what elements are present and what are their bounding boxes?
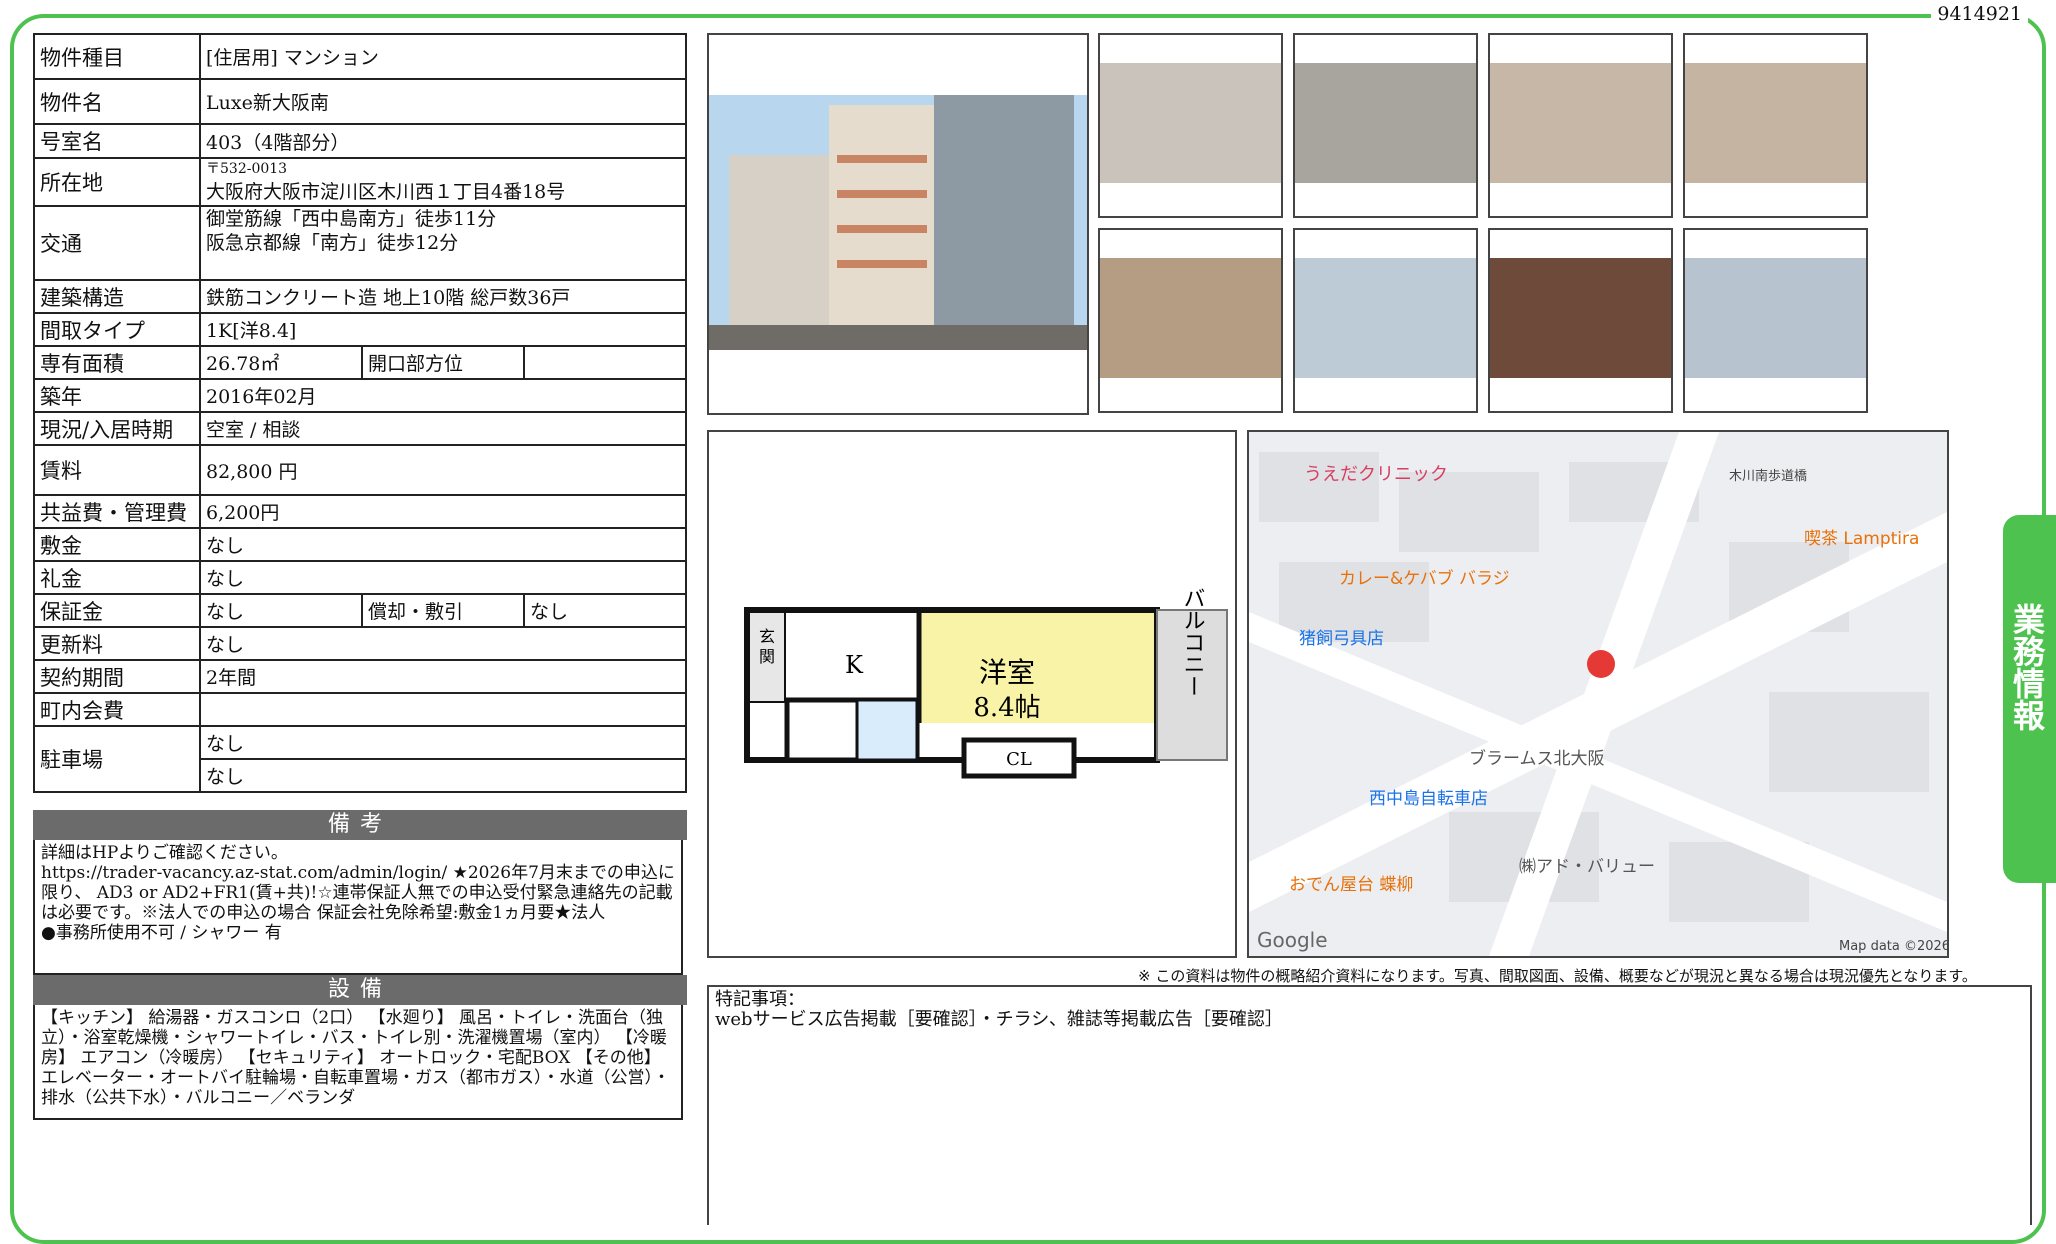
access-cell: 御堂筋線「西中島南方」徒歩11分 阪急京都線「南方」徒歩12分: [199, 205, 687, 281]
remarks-header: 備考: [33, 810, 687, 840]
closet-text: CL: [1006, 749, 1032, 770]
fee-value: 6,200円: [199, 494, 687, 529]
location-cell: 〒532-0013 大阪府大阪市淀川区木川西１丁目4番18号: [199, 157, 687, 207]
location-map[interactable]: うえだクリニック 喫茶 Lamptira カレー&ケバブ バラジ 猪飼弓具店 ブ…: [1247, 430, 1949, 958]
property-name-value: Luxe新大阪南: [199, 78, 687, 125]
opening-value: [523, 345, 687, 380]
document-id: 9414921: [1931, 0, 2028, 28]
renewal-value: なし: [199, 626, 687, 661]
property-info-table: 物件種目 [住居用] マンション 物件名 Luxe新大阪南 号室名 403（4階部分）…: [33, 33, 687, 793]
special-notes-label: 特記事項：: [715, 989, 805, 1010]
building-photo-6[interactable]: [1293, 228, 1478, 413]
kitchen-text: K: [845, 651, 864, 679]
rent-value: 82,800 円: [199, 444, 687, 496]
building-main-photo[interactable]: [707, 33, 1089, 415]
location-label: 所在地: [33, 157, 201, 207]
special-notes-text: webサービス広告掲載［要確認］・チラシ、雑誌等掲載広告［要確認］: [715, 1009, 1283, 1030]
layout-value: 1K[洋8.4]: [199, 312, 687, 347]
town-fee-label: 町内会費: [33, 692, 201, 727]
map-label-brahms: ブラームス北大阪: [1469, 748, 1605, 769]
built-value: 2016年02月: [199, 378, 687, 413]
parking-value-2: なし: [199, 758, 687, 793]
key-money-label: 礼金: [33, 560, 201, 595]
status-label: 現況/入居時期: [33, 411, 201, 446]
facade-image-2: [1685, 63, 1866, 183]
contract-value: 2年間: [199, 659, 687, 694]
opening-label: 開口部方位: [361, 345, 525, 380]
area-label: 専有面積: [33, 345, 201, 380]
town-fee-value: [199, 692, 687, 727]
building-exterior-image: [709, 95, 1087, 350]
contract-label: 契約期間: [33, 659, 201, 694]
built-label: 築年: [33, 378, 201, 413]
guarantee-label: 保証金: [33, 593, 201, 628]
postal-code: 〒532-0013: [206, 160, 288, 177]
entrance-text: 玄: [759, 627, 775, 646]
map-label-clinic: うえだクリニック: [1304, 464, 1448, 485]
map-label-archery: 猪飼弓具店: [1299, 629, 1384, 649]
property-type-value: [住居用] マンション: [199, 33, 687, 80]
key-money-value: なし: [199, 560, 687, 595]
property-name-label: 物件名: [33, 78, 201, 125]
access-line-1: 御堂筋線「西中島南方」徒歩11分: [206, 208, 497, 230]
entrance-photo-2[interactable]: [1293, 33, 1478, 218]
entrance-text-2: 関: [759, 647, 775, 666]
entrance-sign-photo[interactable]: [1488, 228, 1673, 413]
building-photo-8[interactable]: [1683, 228, 1868, 413]
google-logo: Google: [1257, 928, 1328, 952]
map-label-cafe: 喫茶 Lamptira: [1804, 529, 1919, 549]
structure-value: 鉄筋コンクリート造 地上10階 総戸数36戸: [199, 279, 687, 314]
building-photo-3[interactable]: [1488, 33, 1673, 218]
business-info-tab[interactable]: 業務情報: [2003, 515, 2056, 883]
disclaimer: ※ この資料は物件の概略紹介資料になります。写真、間取図面、設備、概要などが現況…: [1138, 967, 1977, 985]
lobby-image: [1100, 258, 1281, 378]
facade-image: [1490, 63, 1671, 183]
fee-label: 共益費・管理費: [33, 494, 201, 529]
status-value: 空室 / 相談: [199, 411, 687, 446]
floor-plan[interactable]: 洋室 8.4帖 K CL 玄 関 バルコニー: [707, 430, 1237, 958]
building-photo-4[interactable]: [1683, 33, 1868, 218]
deposit-value: なし: [199, 527, 687, 562]
address: 大阪府大阪市淀川区木川西１丁目4番18号: [206, 180, 566, 203]
area-value: 26.78㎡: [199, 345, 363, 380]
map-label-bridge: 木川南歩道橋: [1729, 468, 1807, 484]
deposit-label: 敷金: [33, 527, 201, 562]
access-line-2: 阪急京都線「南方」徒歩12分: [206, 232, 459, 254]
room-label: 号室名: [33, 123, 201, 159]
intercom-image: [1295, 63, 1476, 183]
map-canvas: うえだクリニック 喫茶 Lamptira カレー&ケバブ バラジ 猪飼弓具店 ブ…: [1249, 432, 1947, 956]
floor-plan-drawing: 洋室 8.4帖 K CL 玄 関 バルコニー: [744, 587, 1228, 779]
layout-label: 間取タイプ: [33, 312, 201, 347]
map-label-oden: おでん屋台 蝶柳: [1289, 875, 1413, 895]
parking-label: 駐車場: [33, 725, 201, 793]
building-side-image: [1295, 258, 1476, 378]
balcony-text: バルコニー: [1180, 587, 1205, 697]
room-size-text: 8.4帖: [973, 693, 1040, 723]
room-value: 403（4階部分）: [199, 123, 687, 159]
special-notes: 特記事項： webサービス広告掲載［要確認］・チラシ、雑誌等掲載広告［要確認］: [707, 985, 2032, 1225]
rent-label: 賃料: [33, 444, 201, 496]
entrance-sign-image: [1490, 258, 1671, 378]
room-name-text: 洋室: [979, 656, 1035, 689]
access-label: 交通: [33, 205, 201, 281]
amortization-value: なし: [523, 593, 687, 628]
map-label-curry: カレー&ケバブ バラジ: [1339, 568, 1510, 589]
map-label-advalue: ㈱アド・バリュー: [1519, 857, 1655, 877]
renewal-label: 更新料: [33, 626, 201, 661]
entrance-photo-1[interactable]: [1098, 33, 1283, 218]
parking-value-1: なし: [199, 725, 687, 760]
mailbox-image: [1100, 63, 1281, 183]
map-attribution: Map data ©2026: [1839, 939, 1947, 954]
lobby-photo[interactable]: [1098, 228, 1283, 413]
map-label-bicycle: 西中島自転車店: [1369, 789, 1488, 809]
equipment-body: 【キッチン】 給湯器・ガスコンロ（2口） 【水廻り】 風呂・トイレ・洗面台（独立…: [33, 1005, 683, 1120]
guarantee-value: なし: [199, 593, 363, 628]
street-view-image: [1685, 258, 1866, 378]
property-type-label: 物件種目: [33, 33, 201, 80]
side-tab-label: 業務情報: [2008, 603, 2046, 731]
remarks-body: 詳細はHPよりご確認ください。 https://trader-vacancy.a…: [33, 840, 683, 975]
equipment-header: 設備: [33, 975, 687, 1005]
amortization-label: 償却・敷引: [361, 593, 525, 628]
structure-label: 建築構造: [33, 279, 201, 314]
